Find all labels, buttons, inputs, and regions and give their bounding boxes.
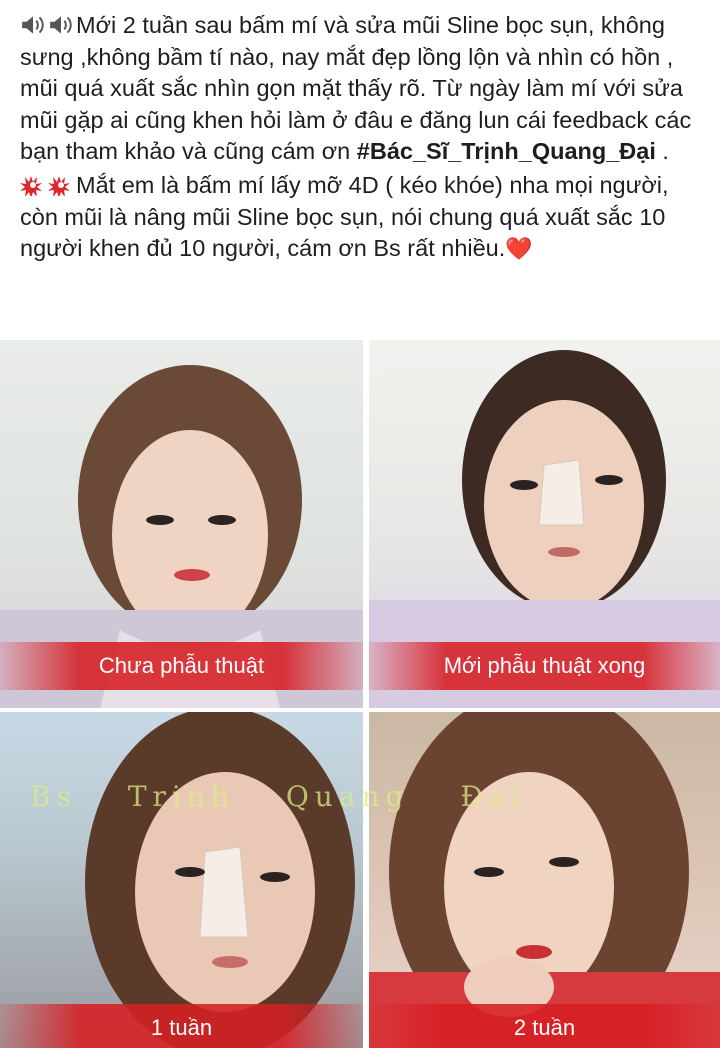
- heart-icon: ❤️: [505, 236, 533, 262]
- photo-caption: 2 tuần: [369, 1004, 720, 1048]
- paragraph-2: Mắt em là bấm mí lấy mỡ 4D ( kéo khóe) n…: [20, 170, 704, 265]
- before-surgery-photo[interactable]: Chưa phẫu thuật: [0, 340, 363, 708]
- hashtag-suffix: .: [655, 138, 669, 165]
- speaker-icon: [22, 16, 44, 34]
- two-weeks-photo[interactable]: 2 tuần: [369, 712, 720, 1048]
- just-after-surgery-photo[interactable]: Mới phẫu thuật xong: [369, 340, 720, 708]
- anger-icon: [48, 175, 70, 196]
- face-illustration: [85, 712, 355, 1048]
- anger-icon: [20, 175, 42, 196]
- one-week-photo[interactable]: 1 tuần: [0, 712, 363, 1048]
- watermark-text: Bs Trinh Quang Đại: [30, 780, 527, 813]
- face-illustration: [369, 712, 720, 1048]
- photo-caption: Chưa phẫu thuật: [0, 642, 363, 690]
- post-text: Mới 2 tuần sau bấm mí và sửa mũi Sline b…: [0, 0, 720, 340]
- paragraph-2-text: Mắt em là bấm mí lấy mỡ 4D ( kéo khóe) n…: [20, 171, 669, 262]
- photo-caption: 1 tuần: [0, 1004, 363, 1048]
- speaker-icon: [50, 16, 72, 34]
- photo-caption: Mới phẫu thuật xong: [369, 642, 720, 690]
- paragraph-1: Mới 2 tuần sau bấm mí và sửa mũi Sline b…: [20, 10, 704, 168]
- hashtag-link[interactable]: #Bác_Sĩ_Trịnh_Quang_Đại: [357, 138, 656, 164]
- photo-grid: Chưa phẫu thuật Mới phẫu thuật xong 1 tu…: [0, 340, 720, 1048]
